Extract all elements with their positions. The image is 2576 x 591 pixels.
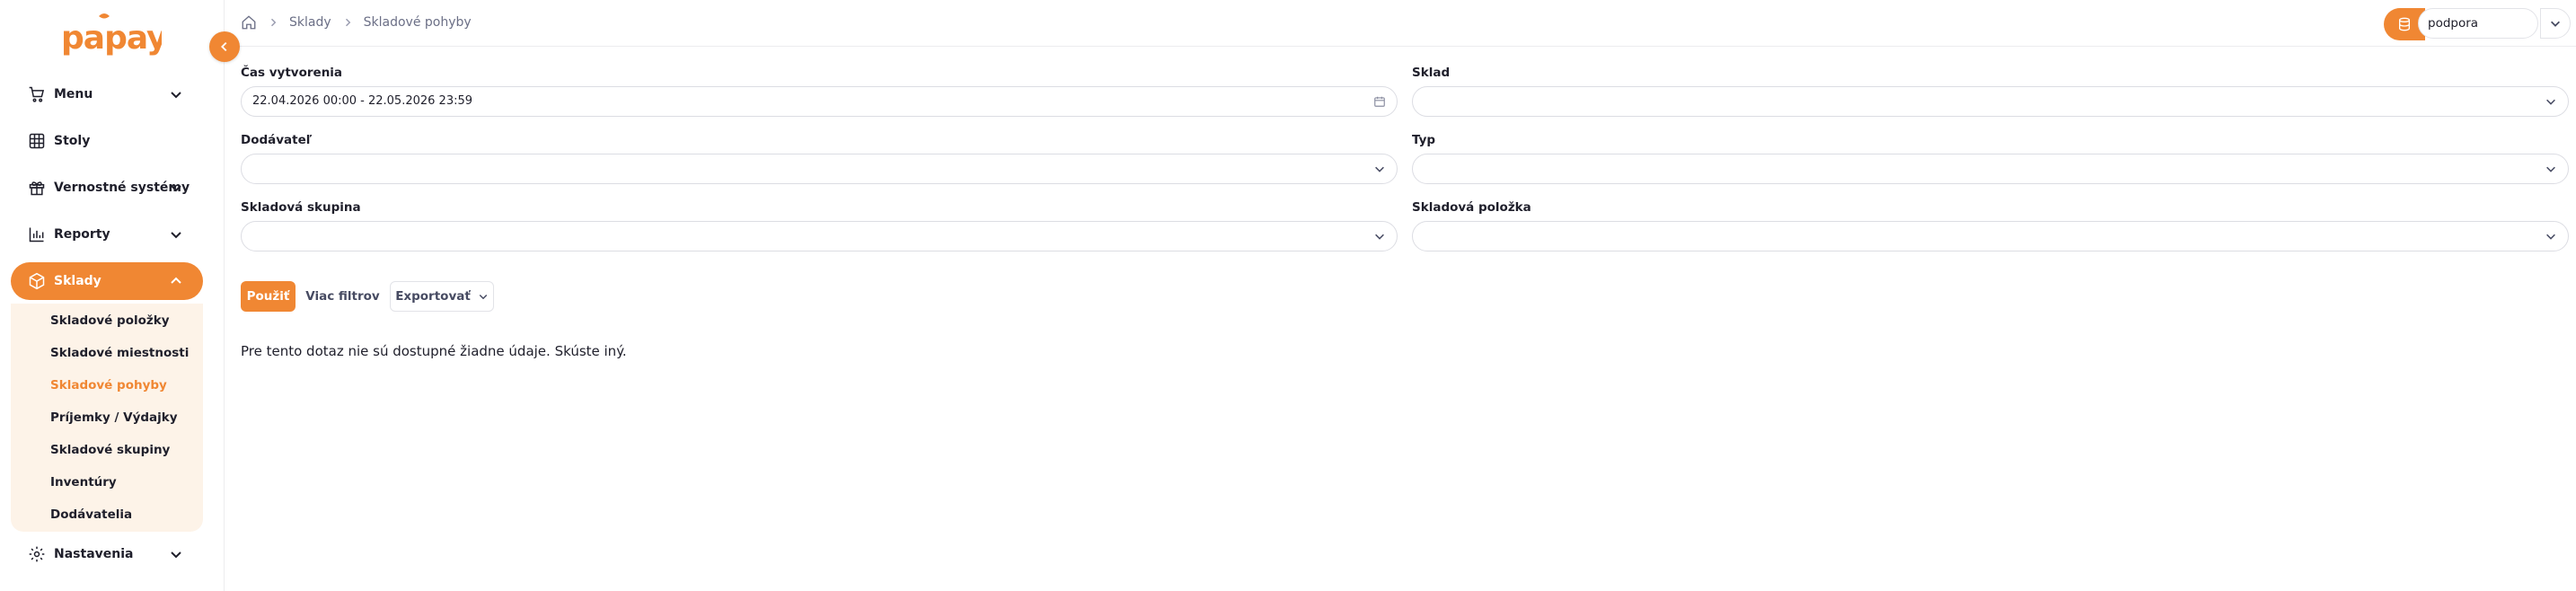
stock-group-select[interactable] (241, 221, 1398, 251)
stock-item-select[interactable] (1412, 221, 2569, 251)
sidebar-item-label: Menu (54, 87, 93, 101)
apply-button[interactable]: Použiť (241, 281, 296, 312)
sidebar-subitem-dodavatelia[interactable]: Dodávatelia (50, 505, 132, 525)
sidebar-subitem-inventury[interactable]: Inventúry (50, 472, 117, 492)
papaya-logo[interactable]: papaya (59, 11, 162, 63)
chevron-down-icon (2546, 99, 2555, 105)
database-icon (2399, 17, 2410, 31)
cart-icon (27, 84, 47, 104)
breadcrumb-item-sklady[interactable]: Sklady (289, 15, 331, 30)
chevron-down-icon (2546, 166, 2555, 172)
sidebar-submenu-sklady: Skladové položky Skladové miestnosti Skl… (11, 304, 203, 532)
supplier-label: Dodávateľ (241, 133, 313, 147)
sidebar-item-stoly[interactable]: Stoly (11, 122, 203, 160)
chevron-down-icon (171, 551, 181, 559)
chevron-down-icon (2551, 21, 2560, 27)
warehouse-label: Sklad (1412, 66, 1451, 80)
created-date-range-value: 22.04.2026 00:00 - 22.05.2026 23:59 (252, 94, 473, 108)
chevron-down-icon (1375, 234, 1384, 240)
box-icon (27, 271, 47, 291)
gear-icon (27, 544, 47, 564)
calendar-icon[interactable] (1373, 95, 1386, 108)
sidebar-item-vernostne-systemy[interactable]: Vernostné systémy (11, 169, 203, 207)
empty-results-message: Pre tento dotaz nie sú dostupné žiadne ú… (241, 343, 627, 359)
sidebar-subitem-skladove-pohyby[interactable]: Skladové pohyby (50, 375, 167, 395)
bar-chart-icon (27, 225, 47, 244)
created-date-range-input[interactable]: 22.04.2026 00:00 - 22.05.2026 23:59 (241, 86, 1398, 117)
sidebar: papaya Menu Stoly Vernostné systémy Repo… (0, 0, 225, 591)
sidebar-item-label: Stoly (54, 134, 91, 148)
chevron-down-icon (171, 92, 181, 99)
chevron-right-icon (342, 17, 353, 28)
table-grid-icon (27, 131, 47, 151)
type-select[interactable] (1412, 154, 2569, 184)
chevron-down-icon (2546, 234, 2555, 240)
sidebar-item-label: Nastavenia (54, 547, 134, 561)
sidebar-subitem-skladove-miestnosti[interactable]: Skladové miestnosti (50, 343, 189, 363)
sidebar-subitem-skladove-skupiny[interactable]: Skladové skupiny (50, 440, 170, 460)
stock-item-label: Skladová položka (1412, 200, 1531, 215)
export-button-label: Exportovať (395, 289, 471, 304)
warehouse-select[interactable] (1412, 86, 2569, 117)
sidebar-item-nastavenia[interactable]: Nastavenia (11, 535, 203, 573)
sidebar-item-label: Reporty (54, 227, 110, 242)
sidebar-item-label: Sklady (54, 274, 101, 288)
sidebar-subitem-skladove-polozky[interactable]: Skladové položky (50, 311, 170, 331)
export-button[interactable]: Exportovať (390, 281, 494, 312)
chevron-up-icon (171, 277, 181, 284)
stock-group-label: Skladová skupina (241, 200, 361, 215)
chevron-right-icon (268, 17, 278, 28)
store-select[interactable]: podpora (2384, 8, 2571, 40)
more-filters-button[interactable]: Viac filtrov (303, 281, 383, 312)
sidebar-collapse-button[interactable] (209, 31, 240, 62)
type-label: Typ (1412, 133, 1436, 147)
sidebar-item-sklady[interactable]: Sklady (11, 262, 203, 300)
sidebar-item-menu[interactable]: Menu (11, 75, 203, 113)
chevron-down-icon (171, 185, 181, 192)
supplier-select[interactable] (241, 154, 1398, 184)
svg-text:papaya: papaya (61, 20, 162, 57)
home-icon[interactable] (241, 14, 257, 31)
chevron-down-icon (479, 294, 488, 300)
chevron-left-icon (221, 41, 227, 52)
chevron-down-icon (1375, 166, 1384, 172)
store-select-value[interactable]: podpora (2418, 8, 2538, 39)
gift-icon (27, 178, 47, 198)
breadcrumb: Sklady Skladové pohyby (241, 14, 472, 31)
sidebar-item-reporty[interactable]: Reporty (11, 216, 203, 253)
sidebar-subitem-prijemky-vydajky[interactable]: Príjemky / Výdajky (50, 408, 178, 428)
chevron-down-icon (171, 232, 181, 239)
created-label: Čas vytvorenia (241, 66, 343, 80)
breadcrumb-item-current: Skladové pohyby (363, 15, 472, 30)
topbar: Sklady Skladové pohyby podpora (225, 0, 2576, 47)
store-select-toggle[interactable] (2540, 8, 2571, 39)
